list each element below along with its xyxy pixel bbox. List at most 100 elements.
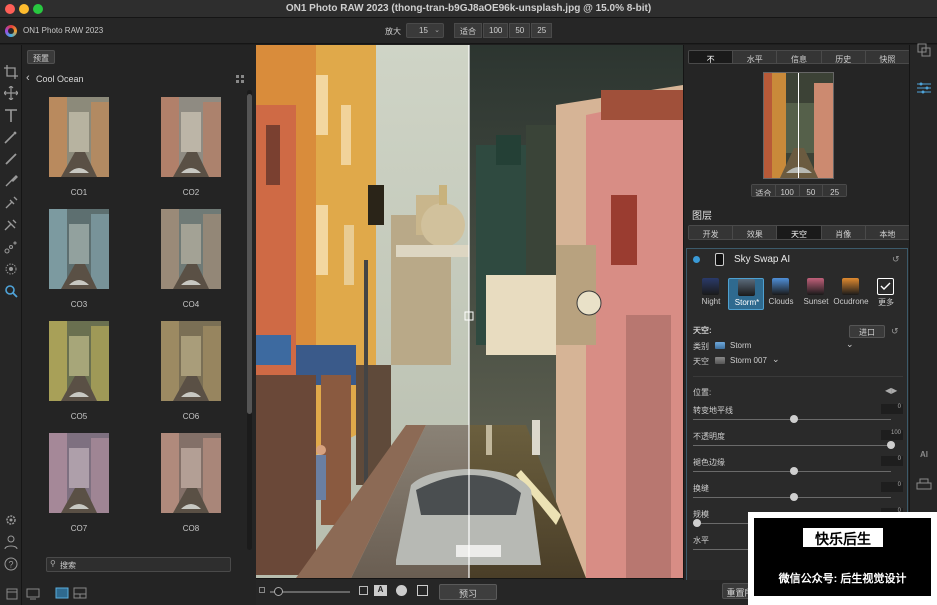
- adjustment-slider[interactable]: 转变地平线 0: [693, 404, 903, 427]
- tab-effects[interactable]: 效果: [733, 226, 778, 239]
- photo-canvas[interactable]: [256, 45, 683, 578]
- zoom-100-button[interactable]: 100: [483, 23, 509, 38]
- tab-info[interactable]: 信息: [777, 51, 822, 63]
- brush-size-slider[interactable]: [270, 587, 350, 596]
- browser-scroll-thumb[interactable]: [247, 94, 252, 414]
- zoom-25-button[interactable]: 25: [531, 23, 553, 38]
- zoom-label: 放大: [385, 27, 401, 36]
- presets-button[interactable]: 预置: [27, 50, 55, 64]
- slider-value-field[interactable]: 0: [881, 482, 903, 492]
- layers-stack-icon[interactable]: [917, 43, 931, 57]
- settings-gear-icon[interactable]: [4, 513, 18, 527]
- category-select[interactable]: Storm: [730, 341, 751, 350]
- preset-thumbnail-image: [49, 321, 109, 401]
- paint-brush-icon[interactable]: [4, 174, 18, 188]
- mask-view-icon[interactable]: [396, 585, 407, 596]
- adjustment-slider[interactable]: 不透明度 100: [693, 430, 903, 453]
- preset-thumbnail[interactable]: CO7: [49, 433, 109, 533]
- preset-thumbnail[interactable]: CO3: [49, 209, 109, 309]
- compare-view-icon[interactable]: [55, 587, 69, 599]
- slider-knob[interactable]: [790, 493, 798, 501]
- slider-knob[interactable]: [790, 415, 798, 423]
- tab-local[interactable]: 本地: [865, 226, 909, 239]
- ai-icon[interactable]: AI: [915, 447, 933, 461]
- slider-knob[interactable]: [887, 441, 895, 449]
- zoom-fit-button[interactable]: 适合: [454, 23, 482, 38]
- preset-thumbnail[interactable]: CO5: [49, 321, 109, 421]
- move-icon[interactable]: [4, 86, 18, 100]
- grain-icon[interactable]: [4, 262, 18, 276]
- nav-zoom-50[interactable]: 50: [799, 185, 824, 196]
- chevron-down-icon[interactable]: ⌄: [846, 339, 854, 350]
- adjustment-slider[interactable]: 换缝 0: [693, 482, 903, 505]
- sky-swap-title: Sky Swap AI: [734, 254, 791, 265]
- brush-icon[interactable]: [4, 152, 18, 166]
- tab-history[interactable]: 历史: [821, 51, 866, 63]
- slider-knob[interactable]: [790, 467, 798, 475]
- help-icon[interactable]: ?: [4, 557, 18, 571]
- navigator-thumbnail[interactable]: [763, 72, 834, 179]
- tab-develop[interactable]: 开发: [689, 226, 734, 239]
- gradient-icon[interactable]: [4, 196, 18, 210]
- tab-levels[interactable]: 水平: [733, 51, 778, 63]
- preset-thumbnail[interactable]: CO2: [161, 97, 221, 197]
- preset-thumbnail-image: [49, 433, 109, 513]
- user-icon[interactable]: [4, 535, 18, 549]
- preset-thumbnail[interactable]: CO1: [49, 97, 109, 197]
- filter-enabled-toggle[interactable]: [693, 256, 700, 263]
- slider-value-field[interactable]: 100: [881, 430, 903, 440]
- tab-sky[interactable]: 天空: [777, 226, 822, 239]
- search-icon: ⚲: [50, 559, 56, 568]
- large-square-icon: [359, 586, 368, 595]
- split-view-icon[interactable]: [73, 587, 87, 599]
- category-name: Cool Ocean: [36, 74, 84, 84]
- nav-zoom-100[interactable]: 100: [775, 185, 800, 196]
- preset-thumbnail-image: [49, 209, 109, 289]
- reset-filter-icon[interactable]: ↺: [892, 254, 900, 265]
- preset-thumbnail[interactable]: CO6: [161, 321, 221, 421]
- nav-zoom-fit[interactable]: 适合: [752, 185, 776, 196]
- import-sky-button[interactable]: 进口: [849, 325, 885, 338]
- tab-navigator[interactable]: 不: [689, 51, 734, 63]
- collapse-arrows-icon[interactable]: ◀▶: [885, 386, 897, 395]
- retouch-icon[interactable]: [4, 240, 18, 254]
- preset-thumbnail[interactable]: CO8: [161, 433, 221, 533]
- preset-thumbnail[interactable]: CO4: [161, 209, 221, 309]
- preset-browser-panel: 预置 ‹ Cool Ocean CO1 CO2 CO3 CO4 CO5 CO6 CO7 CO8…: [22, 45, 256, 605]
- chevron-down-icon[interactable]: ⌄: [772, 354, 780, 365]
- magic-wand-icon[interactable]: [4, 130, 18, 144]
- nav-zoom-25[interactable]: 25: [823, 185, 846, 196]
- slider-knob[interactable]: [693, 519, 701, 527]
- print-icon[interactable]: [916, 478, 932, 492]
- preset-night-button[interactable]: Night: [693, 278, 729, 310]
- text-icon[interactable]: [4, 108, 18, 122]
- preset-more-button[interactable]: 更多: [868, 278, 904, 310]
- adjust-sliders-icon[interactable]: [917, 82, 931, 94]
- tab-snapshots[interactable]: 快照: [865, 51, 909, 63]
- back-chevron-icon[interactable]: ‹: [26, 72, 30, 84]
- slider-value-field[interactable]: 0: [881, 404, 903, 414]
- slider-track[interactable]: [693, 445, 891, 446]
- slider-value-field[interactable]: 0: [881, 456, 903, 466]
- preset-clouds-icon: [772, 278, 789, 295]
- preview-button[interactable]: 预习: [439, 584, 497, 600]
- preset-thumbnail-label: CO1: [70, 188, 88, 197]
- mask-brush-icon[interactable]: [4, 218, 18, 232]
- grid-view-icon[interactable]: [236, 75, 244, 83]
- compare-toggle-icon[interactable]: [417, 585, 428, 596]
- single-view-icon[interactable]: [26, 588, 40, 600]
- tab-portrait[interactable]: 肖像: [821, 226, 866, 239]
- small-square-icon: [259, 587, 265, 593]
- sky-select[interactable]: Storm 007: [730, 356, 767, 365]
- filmstrip-icon[interactable]: [6, 588, 18, 600]
- preset-search-input[interactable]: ⚲ 搜索: [46, 557, 231, 572]
- brush-size-knob[interactable]: [274, 587, 283, 596]
- browser-scrollbar[interactable]: [247, 90, 252, 550]
- search-zoom-icon[interactable]: [4, 284, 18, 298]
- zoom-select[interactable]: 15 ⌄: [406, 23, 444, 38]
- crop-icon[interactable]: [4, 65, 18, 79]
- adjustment-slider[interactable]: 褪色边缘 0: [693, 456, 903, 479]
- text-overlay-icon[interactable]: A: [374, 585, 387, 596]
- zoom-50-button[interactable]: 50: [509, 23, 531, 38]
- reset-sky-icon[interactable]: ↺: [891, 326, 899, 337]
